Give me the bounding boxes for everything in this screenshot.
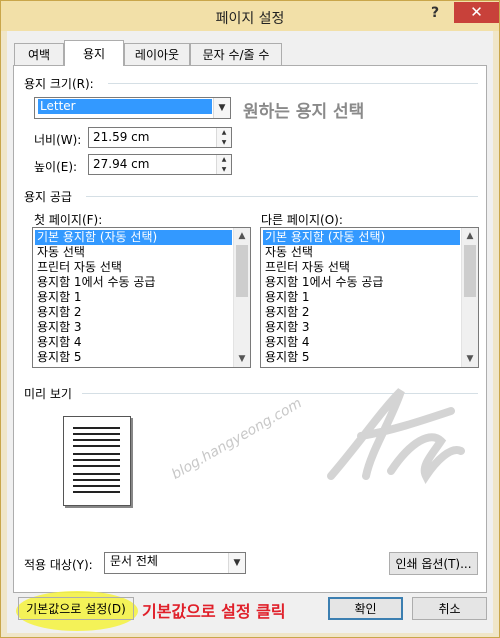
group-divider: [108, 83, 478, 84]
other-pages-label: 다른 페이지(O):: [261, 213, 343, 227]
other-pages-scrollbar[interactable]: ▲ ▼: [461, 228, 478, 367]
help-button[interactable]: ?: [425, 5, 445, 25]
scroll-down-icon[interactable]: ▼: [234, 351, 250, 367]
list-item[interactable]: 기본 용지함 (자동 선택): [35, 230, 232, 245]
other-pages-items: 기본 용지함 (자동 선택) 자동 선택 프린터 자동 선택 용지함 1에서 수…: [263, 230, 460, 365]
list-item[interactable]: 용지함 1에서 수동 공급: [35, 275, 232, 290]
width-spinner[interactable]: 21.59 cm ▲ ▼: [88, 127, 232, 148]
list-item[interactable]: 용지함 1: [263, 290, 460, 305]
list-item[interactable]: 용지함 3: [35, 320, 232, 335]
height-spinner[interactable]: 27.94 cm ▲ ▼: [88, 154, 232, 175]
chevron-down-icon[interactable]: ▼: [213, 98, 230, 118]
apply-to-dropdown[interactable]: 문서 전체 ▼: [104, 552, 246, 574]
tab-paper[interactable]: 용지: [64, 40, 124, 66]
preview-text-line: [73, 439, 120, 441]
paper-size-dropdown[interactable]: Letter ▼: [34, 97, 231, 119]
scroll-up-icon[interactable]: ▲: [462, 228, 478, 244]
list-item[interactable]: 프린터 자동 선택: [263, 260, 460, 275]
scroll-thumb[interactable]: [464, 245, 476, 297]
width-label: 너비(W):: [34, 133, 82, 147]
apply-to-label: 적용 대상(Y):: [24, 558, 93, 572]
page-setup-dialog: 페이지 설정 ? ✕ 여백 용지 레이아웃 문자 수/줄 수 용지 크기(R):…: [0, 0, 500, 638]
preview-text-line: [73, 427, 120, 429]
watermark-logo-icon: [327, 388, 465, 484]
first-page-scrollbar[interactable]: ▲ ▼: [233, 228, 250, 367]
tab-layout[interactable]: 레이아웃: [124, 43, 190, 65]
paper-select-annotation: 원하는 용지 선택: [243, 102, 365, 122]
list-item[interactable]: 기본 용지함 (자동 선택): [263, 230, 460, 245]
scroll-down-icon[interactable]: ▼: [462, 351, 478, 367]
preview-text-line: [73, 445, 120, 447]
spin-up-icon[interactable]: ▲: [217, 128, 231, 138]
print-options-button[interactable]: 인쇄 옵션(T)...: [389, 552, 478, 575]
tab-chars-lines[interactable]: 문자 수/줄 수: [190, 43, 282, 65]
first-page-items: 기본 용지함 (자동 선택) 자동 선택 프린터 자동 선택 용지함 1에서 수…: [35, 230, 232, 365]
apply-to-value: 문서 전체: [110, 554, 158, 568]
preview-text-line: [73, 465, 120, 467]
preview-text-line: [73, 491, 120, 493]
tab-panel-paper: 용지 크기(R): Letter ▼ 원하는 용지 선택 너비(W): 21.5…: [13, 65, 487, 593]
first-page-label: 첫 페이지(F):: [34, 213, 103, 227]
title-bar[interactable]: 페이지 설정 ? ✕: [1, 1, 499, 31]
scroll-up-icon[interactable]: ▲: [234, 228, 250, 244]
height-value: 27.94 cm: [93, 157, 150, 171]
spin-up-icon[interactable]: ▲: [217, 155, 231, 165]
dialog-client: 여백 용지 레이아웃 문자 수/줄 수 용지 크기(R): Letter ▼ 원…: [7, 31, 493, 633]
spin-down-icon[interactable]: ▼: [217, 137, 231, 147]
list-item[interactable]: 자동 선택: [35, 245, 232, 260]
width-value: 21.59 cm: [93, 130, 150, 144]
list-item[interactable]: 용지함 4: [263, 335, 460, 350]
paper-source-label: 용지 공급: [24, 190, 72, 204]
close-button[interactable]: ✕: [454, 2, 499, 23]
list-item[interactable]: 자동 선택: [263, 245, 460, 260]
list-item[interactable]: 용지함 3: [263, 320, 460, 335]
cancel-button[interactable]: 취소: [412, 597, 487, 620]
chevron-down-icon[interactable]: ▼: [228, 553, 245, 573]
list-item[interactable]: 용지함 1: [35, 290, 232, 305]
set-default-annotation: 기본값으로 설정 클릭: [142, 602, 286, 621]
first-page-listbox[interactable]: 기본 용지함 (자동 선택) 자동 선택 프린터 자동 선택 용지함 1에서 수…: [32, 227, 251, 368]
ok-button[interactable]: 확인: [328, 597, 403, 620]
preview-page-thumbnail: [63, 416, 131, 506]
list-item[interactable]: 용지함 5: [35, 350, 232, 365]
list-item[interactable]: 용지함 2: [263, 305, 460, 320]
preview-text-line: [73, 433, 120, 435]
list-item[interactable]: 프린터 자동 선택: [35, 260, 232, 275]
tab-margins[interactable]: 여백: [14, 43, 64, 65]
list-item[interactable]: 용지함 1에서 수동 공급: [263, 275, 460, 290]
list-item[interactable]: 용지함 2: [35, 305, 232, 320]
preview-label: 미리 보기: [24, 387, 72, 401]
preview-text-line: [73, 485, 120, 487]
paper-size-label: 용지 크기(R):: [24, 77, 94, 91]
set-default-button[interactable]: 기본값으로 설정(D): [18, 597, 134, 620]
scroll-thumb[interactable]: [236, 245, 248, 297]
list-item[interactable]: 용지함 4: [35, 335, 232, 350]
group-divider: [86, 196, 478, 197]
preview-text-line: [73, 479, 120, 481]
preview-text-line: [73, 473, 120, 475]
preview-text-line: [73, 453, 120, 455]
other-pages-listbox[interactable]: 기본 용지함 (자동 선택) 자동 선택 프린터 자동 선택 용지함 1에서 수…: [260, 227, 479, 368]
paper-size-value: Letter: [38, 99, 212, 114]
list-item[interactable]: 용지함 5: [263, 350, 460, 365]
height-label: 높이(E):: [34, 160, 78, 174]
preview-text-line: [73, 459, 120, 461]
spin-down-icon[interactable]: ▼: [217, 164, 231, 174]
